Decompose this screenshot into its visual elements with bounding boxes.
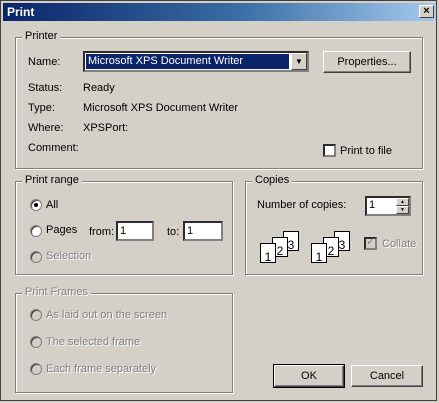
print-range-all-label[interactable]: All xyxy=(46,199,58,211)
arrow-down-icon[interactable]: ▼ xyxy=(396,206,409,214)
cancel-button-label: Cancel xyxy=(369,370,405,382)
print-range-all-radio[interactable] xyxy=(30,199,42,211)
type-value: Microsoft XPS Document Writer xyxy=(83,102,239,114)
properties-button[interactable]: Properties... xyxy=(323,51,411,73)
print-range-pages-radio[interactable] xyxy=(30,225,42,237)
type-label: Type: xyxy=(28,102,55,114)
to-label: to: xyxy=(167,226,180,238)
frames-selected-label[interactable]: The selected frame xyxy=(46,336,140,348)
window-title: Print xyxy=(7,5,35,19)
cancel-button[interactable]: Cancel xyxy=(351,365,423,387)
where-label: Where: xyxy=(28,122,64,134)
page-icon: 1 xyxy=(260,243,276,264)
number-of-copies-label: Number of copies: xyxy=(257,199,347,211)
copies-spinner[interactable]: 1 ▲ ▼ xyxy=(365,196,411,216)
frames-each-label[interactable]: Each frame separately xyxy=(46,363,156,375)
print-frames-legend: Print Frames xyxy=(22,286,91,298)
checkmark-icon: ✓ xyxy=(366,236,376,248)
spinner-buttons: ▲ ▼ xyxy=(396,198,409,214)
frames-selected-radio[interactable] xyxy=(30,336,42,348)
close-icon: × xyxy=(423,5,430,17)
comment-label: Comment: xyxy=(28,142,79,154)
collate-label[interactable]: Collate xyxy=(382,238,416,250)
to-input[interactable]: 1 xyxy=(183,221,223,241)
page-icon: 1 xyxy=(311,243,327,264)
print-range-selection-radio[interactable] xyxy=(30,251,42,263)
printer-name-label: Name: xyxy=(28,56,61,68)
ok-button[interactable]: OK xyxy=(273,364,345,388)
where-value: XPSPort: xyxy=(83,122,129,134)
print-dialog: Print × Printer Name: Microsoft XPS Docu… xyxy=(0,0,437,401)
printer-name-select[interactable]: Microsoft XPS Document Writer ▼ xyxy=(83,51,309,72)
frames-layout-radio[interactable] xyxy=(30,309,42,321)
collate-checkbox[interactable]: ✓ xyxy=(364,236,377,250)
status-label: Status: xyxy=(28,82,63,94)
print-range-legend: Print range xyxy=(22,174,82,186)
from-input[interactable]: 1 xyxy=(116,221,154,241)
printer-legend: Printer xyxy=(22,30,61,42)
status-value: Ready xyxy=(83,82,115,94)
copies-value: 1 xyxy=(369,199,376,211)
properties-button-label: Properties... xyxy=(337,56,397,68)
frames-each-radio[interactable] xyxy=(30,363,42,375)
print-range-pages-label[interactable]: Pages xyxy=(46,224,77,236)
title-bar[interactable]: Print × xyxy=(3,3,436,21)
from-label: from: xyxy=(89,226,115,238)
print-to-file-checkbox[interactable] xyxy=(323,144,336,157)
chevron-down-icon[interactable]: ▼ xyxy=(291,53,307,70)
frames-layout-label[interactable]: As laid out on the screen xyxy=(46,309,167,321)
print-range-selection-label[interactable]: Selection xyxy=(46,250,91,262)
copies-legend: Copies xyxy=(252,174,293,186)
close-button[interactable]: × xyxy=(419,5,434,18)
ok-button-label: OK xyxy=(301,370,317,382)
arrow-up-icon[interactable]: ▲ xyxy=(396,198,409,206)
printer-name-value: Microsoft XPS Document Writer xyxy=(86,54,289,69)
print-to-file-label[interactable]: Print to file xyxy=(340,145,392,157)
radio-dot xyxy=(34,203,38,207)
